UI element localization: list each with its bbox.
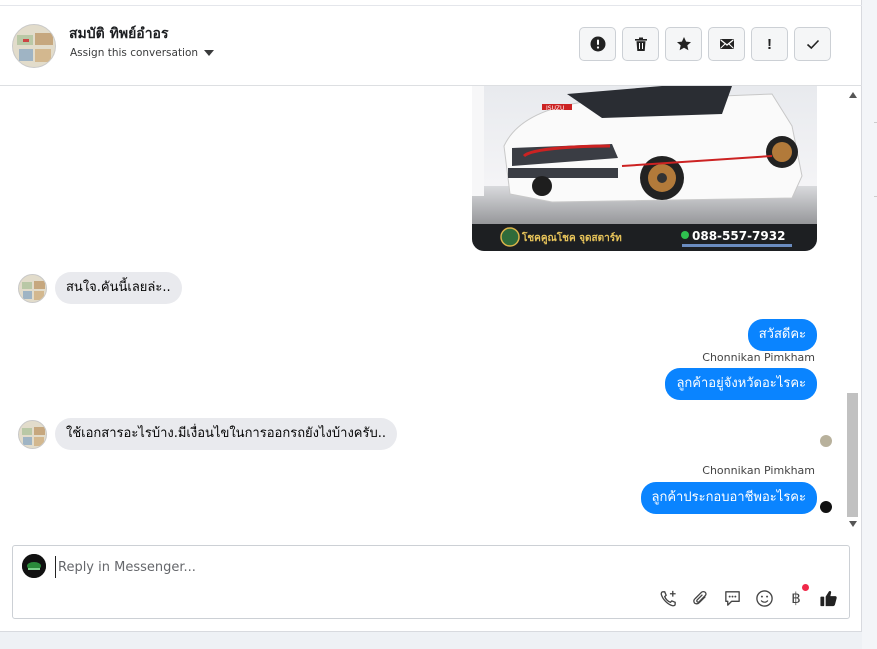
scroll-thumb[interactable]: [847, 393, 858, 517]
delete-button[interactable]: [622, 27, 659, 61]
ad-phone-text: 088-557-7932: [692, 229, 785, 243]
saved-replies-button[interactable]: [722, 588, 742, 608]
contact-avatar-small: [18, 419, 47, 449]
payment-button[interactable]: ฿: [786, 584, 809, 608]
message-bubble-outgoing: สวัสดีคะ: [747, 319, 817, 351]
car-ad-image[interactable]: ISUZU โชคคูณโชค จุดสตาร์ท 088-557-7932: [472, 86, 817, 251]
sender-name: Chonnikan Pimkham: [702, 464, 815, 477]
message-bubble: ใช้เอกสารอะไรบ้าง.มีเงื่อนไขในการออกรถยั…: [55, 418, 398, 450]
alert-circle-icon: [590, 36, 605, 52]
caret-down-icon: [204, 50, 215, 56]
star-icon: [676, 37, 691, 51]
emoji-button[interactable]: [754, 588, 774, 608]
conversation-actions: !: [579, 27, 831, 61]
message-bubble-outgoing: ลูกค้าประกอบอาชีพอะไรคะ: [640, 482, 817, 514]
right-edge-panel: [862, 0, 877, 649]
like-button[interactable]: [818, 588, 838, 608]
star-button[interactable]: [665, 27, 702, 61]
baht-icon: ฿: [791, 590, 801, 607]
envelope-icon: [719, 39, 734, 49]
contact-name: สมบัติ ทิพย์อำอร: [69, 26, 169, 42]
scroll-down-arrow-icon[interactable]: [849, 521, 857, 527]
page-avatar: [22, 554, 46, 578]
mark-done-button[interactable]: [794, 27, 831, 61]
emoji-icon: [755, 589, 773, 607]
chat-bubble-icon: [724, 590, 740, 606]
message-incoming: สนใจ.คันนี้เลยล่ะ..: [18, 272, 182, 304]
thumbs-up-icon: [819, 590, 837, 606]
shop-name-text: โชคคูณโชค จุดสตาร์ท: [521, 231, 622, 245]
scroll-up-arrow-icon[interactable]: [849, 92, 857, 98]
trash-icon: [634, 37, 647, 51]
message-bubble-outgoing: ลูกค้าอยู่จังหวัดอะไรคะ: [665, 368, 817, 400]
call-add-button[interactable]: [658, 588, 678, 608]
exclamation-icon: !: [767, 35, 772, 53]
mark-unread-button[interactable]: [708, 27, 745, 61]
delivered-receipt-icon: [820, 501, 832, 513]
reply-composer: ฿: [12, 545, 850, 619]
spam-button[interactable]: [579, 27, 616, 61]
conversation-panel: สมบัติ ทิพย์อำอร Assign this conversatio…: [0, 0, 862, 632]
notification-dot: [802, 584, 809, 591]
message-bubble: สนใจ.คันนี้เลยล่ะ..: [55, 272, 182, 304]
composer-tools: ฿: [658, 584, 838, 608]
car-brand-text: ISUZU: [546, 105, 564, 112]
contact-avatar-small: [18, 273, 47, 303]
attach-button[interactable]: [690, 588, 710, 608]
assign-label: Assign this conversation: [70, 47, 199, 59]
thread-scrollbar[interactable]: [845, 86, 861, 532]
seen-receipt-avatar: [820, 435, 832, 447]
paperclip-icon: [692, 590, 707, 605]
sender-name: Chonnikan Pimkham: [702, 351, 815, 364]
message-incoming: ใช้เอกสารอะไรบ้าง.มีเงื่อนไขในการออกรถยั…: [18, 418, 398, 450]
contact-avatar[interactable]: [12, 24, 56, 68]
follow-up-button[interactable]: !: [751, 27, 788, 61]
call-add-icon: [660, 590, 676, 606]
conversation-header: สมบัติ ทิพย์อำอร Assign this conversatio…: [0, 6, 862, 86]
check-icon: [806, 39, 819, 50]
reply-input[interactable]: [55, 556, 655, 578]
assign-conversation-dropdown[interactable]: Assign this conversation: [70, 47, 215, 59]
message-thread[interactable]: ISUZU โชคคูณโชค จุดสตาร์ท 088-557-7932 ส…: [0, 86, 845, 532]
